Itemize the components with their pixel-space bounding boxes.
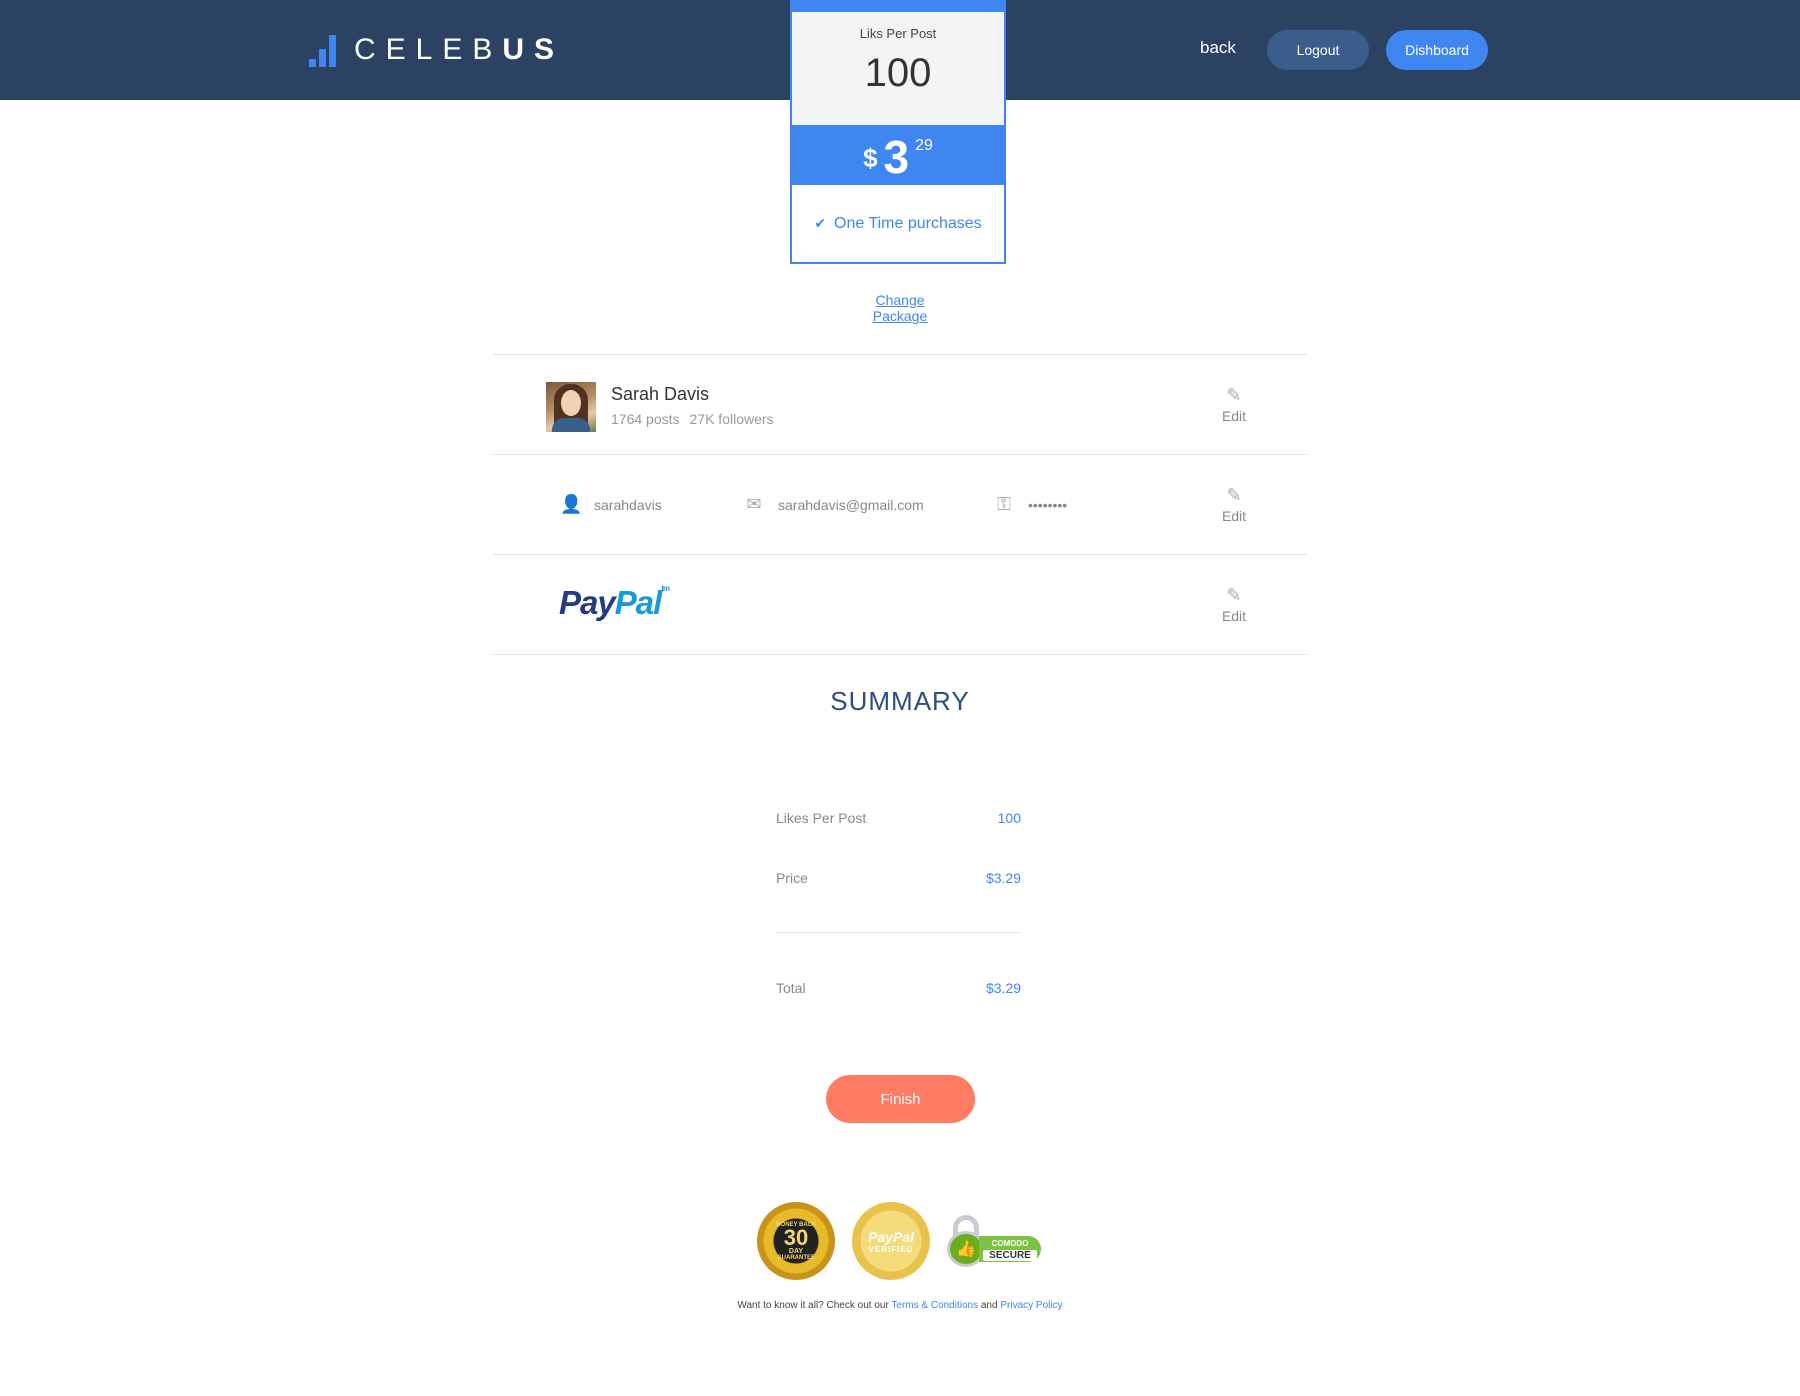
summary-total-row: Total $3.29 — [776, 980, 1021, 996]
summary-row: Price $3.29 — [776, 870, 1021, 886]
summary-row-value: $3.29 — [985, 870, 1021, 886]
profile-row: Sarah Davis 1764 posts 27K followers ✎ Ed… — [492, 356, 1308, 454]
dashboard-button[interactable]: Dishboard — [1386, 30, 1488, 70]
price-cents: 29 — [915, 137, 933, 154]
change-package-link[interactable]: Change Package — [850, 292, 950, 324]
user-icon: 👤 — [560, 494, 583, 514]
logout-button[interactable]: Logout — [1267, 30, 1369, 70]
profile-name: Sarah Davis — [611, 384, 710, 404]
checkmark-icon: ✔ — [814, 215, 827, 231]
money-back-days: 30 — [783, 1224, 809, 1250]
edit-label: Edit — [1221, 608, 1247, 624]
package-header: Liks Per Post 100 — [792, 12, 1004, 125]
username-value: sarahdavis — [594, 496, 662, 513]
package-label: Liks Per Post — [859, 26, 937, 41]
avatar — [546, 382, 596, 432]
summary-total-label: Total — [776, 980, 806, 996]
summary-divider — [776, 932, 1021, 933]
password-field: ⚿ •••••••• — [994, 494, 1067, 515]
credentials-row: 👤 sarahdavis ✉ sarahdavis@gmail.com ⚿ ••… — [492, 456, 1308, 554]
email-value: sarahdavis@gmail.com — [778, 496, 924, 513]
summary-total-value: $3.29 — [985, 980, 1021, 996]
logo-text-bold: US — [502, 33, 565, 66]
price-integer: 3 — [883, 131, 910, 183]
paypal-logo-pay: Pay — [559, 584, 616, 621]
comodo-tag: COMODO SECURE — [979, 1236, 1041, 1262]
footer-note: Want to know it all? Check out our Terms… — [650, 1300, 1150, 1311]
logo-text: CELEBUS — [354, 33, 564, 67]
summary-row-label: Price — [776, 870, 808, 886]
package-value: 100 — [864, 51, 932, 95]
pencil-icon: ✎ — [1226, 485, 1242, 505]
celebus-logo[interactable]: CELEBUS — [309, 33, 564, 67]
summary-row-label: Likes Per Post — [776, 810, 867, 826]
package-feature: ✔ One Time purchases — [792, 185, 1004, 262]
bar-chart-icon — [309, 35, 336, 67]
money-back-day: DAY — [788, 1247, 804, 1255]
package-price: $ 3 29 — [792, 125, 1004, 185]
divider — [492, 554, 1308, 555]
summary-title: SUMMARY — [830, 686, 970, 716]
privacy-link[interactable]: Privacy Policy — [1000, 1300, 1062, 1311]
envelope-icon: ✉ — [746, 494, 762, 514]
finish-button[interactable]: Finish — [826, 1075, 975, 1123]
edit-label: Edit — [1221, 408, 1247, 424]
logo-text-light: CELEB — [354, 33, 503, 66]
summary-row: Likes Per Post 100 — [776, 810, 1021, 826]
paypal-verified-brand: PayPal — [868, 1228, 914, 1245]
paypal-verified-badge: PayPal VERIFIED — [852, 1202, 930, 1280]
price-currency: $ — [863, 143, 878, 173]
profile-posts: 1764 posts — [611, 411, 680, 427]
terms-link[interactable]: Terms & Conditions — [891, 1300, 978, 1311]
back-link[interactable]: back — [1200, 38, 1236, 58]
key-icon: ⚿ — [997, 494, 1011, 514]
profile-followers: 27K followers — [689, 411, 774, 427]
comodo-secure-badge: 👍 COMODO SECURE — [947, 1213, 1041, 1269]
summary-row-value: 100 — [997, 810, 1021, 826]
paypal-trademark: tm — [661, 584, 670, 593]
edit-label: Edit — [1221, 508, 1247, 524]
paypal-verified-label: VERIFIED — [868, 1244, 914, 1254]
footer-text: Want to know it all? Check out our — [737, 1300, 889, 1311]
package-feature-label: One Time purchases — [834, 214, 982, 232]
money-back-bottom: GUARANTEE — [776, 1254, 815, 1261]
divider — [492, 354, 1308, 355]
pencil-icon: ✎ — [1226, 585, 1242, 605]
profile-stats: 1764 posts 27K followers — [611, 411, 774, 427]
comodo-secure: SECURE — [983, 1250, 1037, 1261]
package-card: Liks Per Post 100 $ 3 29 ✔ One Time purc… — [790, 0, 1006, 264]
paypal-logo: PayPaltm — [559, 584, 670, 622]
money-back-guarantee-badge: MONEY BACK 30 DAY GUARANTEE — [757, 1202, 835, 1280]
divider — [492, 454, 1308, 455]
payment-row: PayPaltm ✎ Edit — [492, 556, 1308, 654]
edit-profile-button[interactable]: ✎ Edit — [1214, 386, 1254, 424]
username-field: 👤 sarahdavis — [560, 494, 662, 515]
footer-and: and — [980, 1300, 998, 1311]
comodo-brand: COMODO — [991, 1239, 1029, 1248]
divider — [492, 654, 1308, 655]
password-value: •••••••• — [1028, 496, 1068, 513]
edit-credentials-button[interactable]: ✎ Edit — [1214, 486, 1254, 524]
pencil-icon: ✎ — [1226, 385, 1242, 405]
email-field: ✉ sarahdavis@gmail.com — [744, 494, 924, 515]
edit-payment-button[interactable]: ✎ Edit — [1214, 586, 1254, 624]
paypal-logo-pal: Pal — [614, 584, 663, 621]
